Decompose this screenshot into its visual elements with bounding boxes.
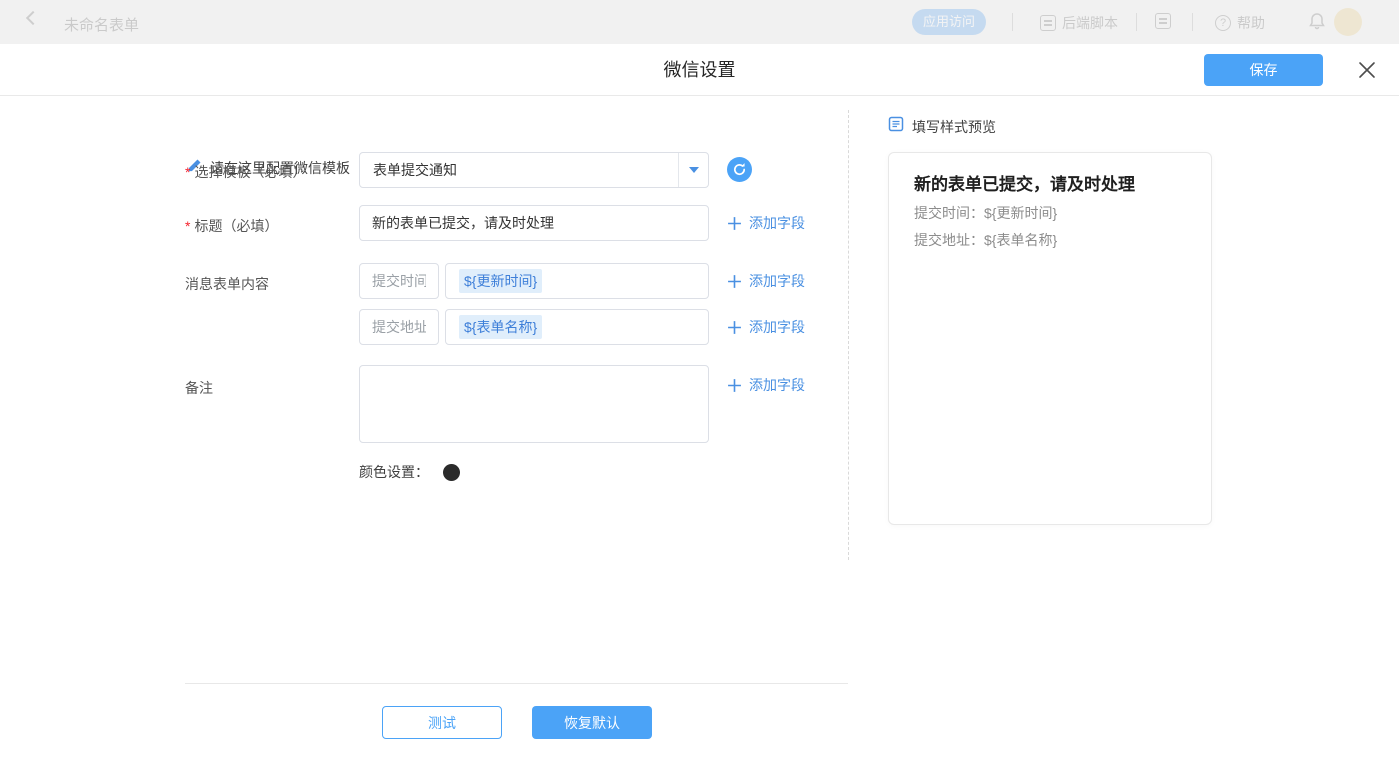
- plus-icon: [727, 378, 742, 393]
- preview-line: 提交时间：${更新时间}: [914, 203, 1057, 223]
- topbar-divider: [1012, 13, 1013, 31]
- preview-document-icon: [888, 116, 904, 137]
- add-field-label: 添加字段: [749, 271, 805, 291]
- refresh-icon: [732, 162, 747, 177]
- close-icon[interactable]: [1356, 59, 1378, 81]
- user-avatar[interactable]: [1334, 8, 1362, 36]
- preview-line: 提交地址：${表单名称}: [914, 230, 1057, 250]
- title-label-text: 标题（必填）: [194, 218, 278, 234]
- field-value-input-1[interactable]: ${更新时间}: [445, 263, 709, 299]
- topbar-divider: [1136, 13, 1137, 31]
- required-mark: *: [185, 164, 190, 180]
- add-field-link-title[interactable]: 添加字段: [727, 212, 805, 234]
- panel-button[interactable]: [1155, 13, 1171, 29]
- backend-script-label: 后端脚本: [1062, 13, 1118, 33]
- template-label: *选择模板（必填）: [185, 162, 306, 182]
- color-swatch[interactable]: [443, 464, 460, 481]
- field-name-input-1[interactable]: [359, 263, 439, 299]
- preview-header: 填写样式预览: [888, 116, 996, 137]
- preview-header-label: 填写样式预览: [912, 117, 996, 137]
- script-icon: [1040, 15, 1056, 31]
- content-label: 消息表单内容: [185, 274, 269, 294]
- template-label-text: 选择模板（必填）: [194, 164, 306, 180]
- vertical-dashed-divider: [848, 110, 849, 560]
- chevron-down-icon: [689, 167, 699, 173]
- title-label: *标题（必填）: [185, 216, 278, 236]
- preview-card: 新的表单已提交，请及时处理 提交时间：${更新时间} 提交地址：${表单名称}: [888, 152, 1212, 525]
- topbar-dimmed-content: 未命名表单 应用访问 后端脚本 ? 帮助: [0, 0, 1399, 44]
- modal-header: 微信设置 保存: [0, 44, 1399, 96]
- template-select[interactable]: 表单提交通知: [359, 152, 709, 188]
- add-field-label: 添加字段: [749, 317, 805, 337]
- select-caret-zone[interactable]: [678, 153, 708, 187]
- add-field-label: 添加字段: [749, 375, 805, 395]
- refresh-templates-button[interactable]: [727, 157, 752, 182]
- panel-icon: [1155, 13, 1171, 29]
- preview-card-title: 新的表单已提交，请及时处理: [914, 170, 1135, 195]
- color-setting-label: 颜色设置：: [359, 462, 429, 482]
- plus-icon: [727, 320, 742, 335]
- help-button[interactable]: ? 帮助: [1215, 13, 1265, 33]
- plus-icon: [727, 274, 742, 289]
- color-setting-row: 颜色设置：: [359, 462, 460, 482]
- plus-icon: [727, 216, 742, 231]
- add-field-link-row2[interactable]: 添加字段: [727, 316, 805, 338]
- save-button[interactable]: 保存: [1204, 54, 1323, 86]
- topbar: 未命名表单 应用访问 后端脚本 ? 帮助: [0, 0, 1399, 44]
- form-name-label: 未命名表单: [64, 14, 139, 35]
- restore-default-button[interactable]: 恢复默认: [532, 706, 652, 739]
- footer-divider: [185, 683, 848, 684]
- remark-textarea[interactable]: [359, 365, 709, 443]
- add-field-label: 添加字段: [749, 213, 805, 233]
- test-button[interactable]: 测试: [382, 706, 502, 739]
- field-name-input-2[interactable]: [359, 309, 439, 345]
- add-field-link-row1[interactable]: 添加字段: [727, 270, 805, 292]
- backend-script-button[interactable]: 后端脚本: [1040, 13, 1118, 33]
- help-label: 帮助: [1237, 13, 1265, 33]
- field-value-input-2[interactable]: ${表单名称}: [445, 309, 709, 345]
- required-mark: *: [185, 218, 190, 234]
- template-select-value: 表单提交通知: [373, 153, 457, 187]
- back-icon[interactable]: [26, 11, 40, 25]
- remark-label: 备注: [185, 378, 213, 398]
- help-icon: ?: [1215, 15, 1231, 31]
- app-access-button[interactable]: 应用访问: [912, 9, 986, 35]
- topbar-divider: [1192, 13, 1193, 31]
- wechat-settings-screen: 未命名表单 应用访问 后端脚本 ? 帮助 微信设置: [0, 0, 1399, 764]
- field-tag-1[interactable]: ${更新时间}: [459, 269, 542, 293]
- title-input[interactable]: [359, 205, 709, 241]
- field-tag-2[interactable]: ${表单名称}: [459, 315, 542, 339]
- modal-title: 微信设置: [664, 44, 736, 96]
- notification-bell-icon[interactable]: [1308, 12, 1326, 35]
- add-field-link-remark[interactable]: 添加字段: [727, 374, 805, 396]
- wechat-settings-modal: 微信设置 保存 请在这里配置微信模板 如何配置 *选择模板（必填） 表单提交通知: [0, 44, 1399, 764]
